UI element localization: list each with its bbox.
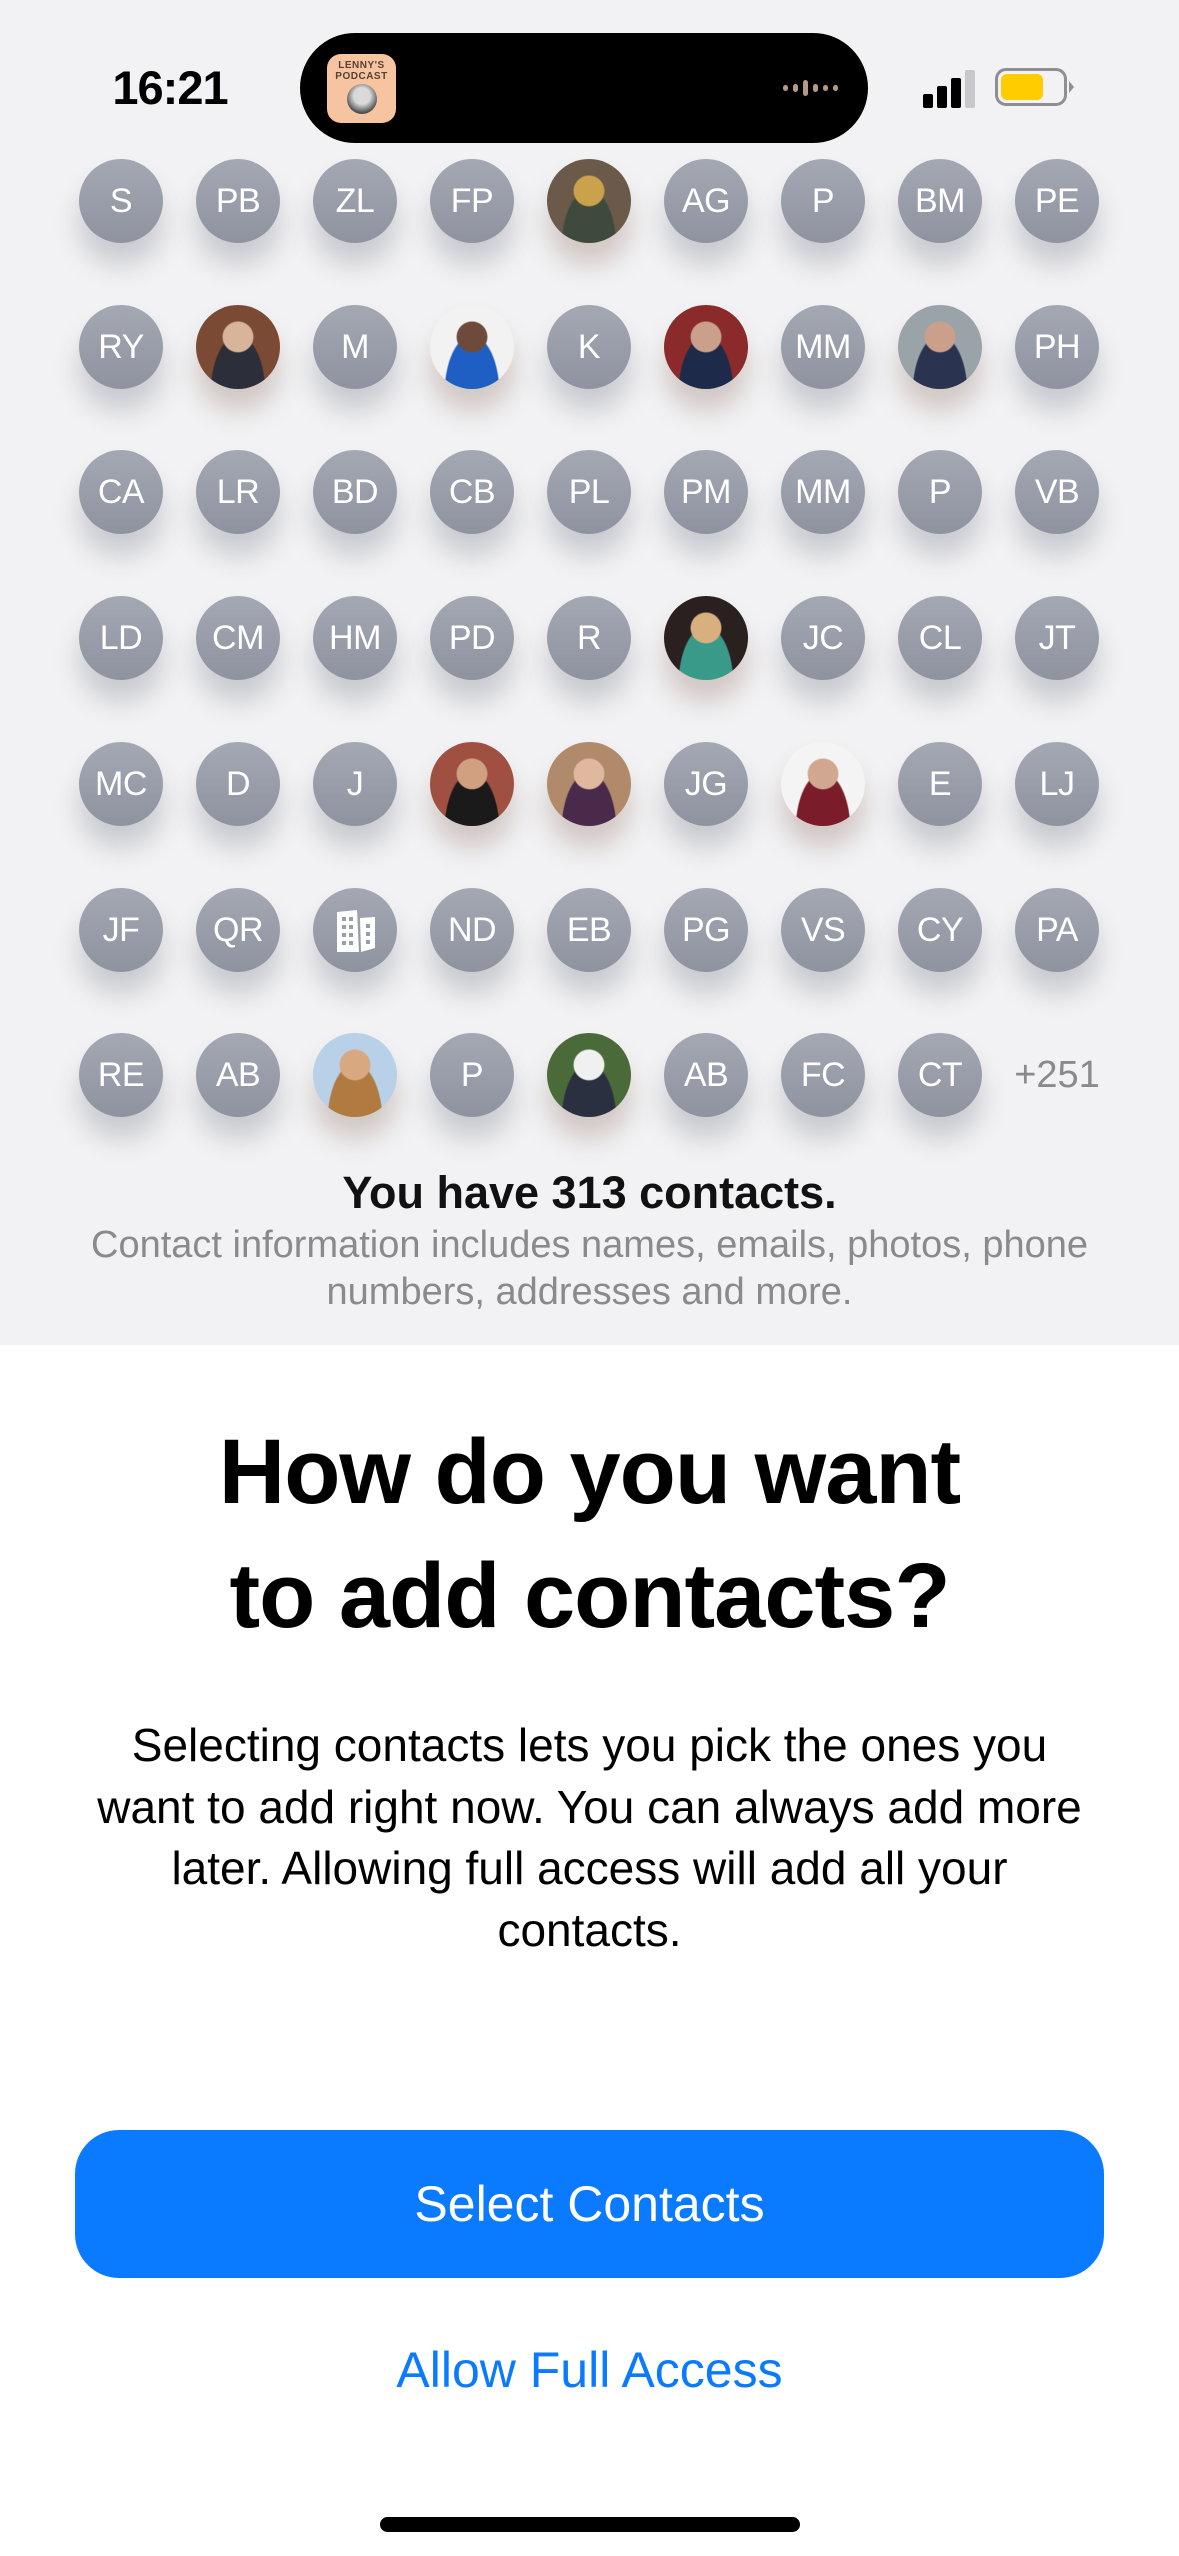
contact-avatar-initials: P xyxy=(781,159,865,243)
contact-avatar-initials: LD xyxy=(79,596,163,681)
contact-avatar-initials: PG xyxy=(664,887,748,972)
contact-avatar-two-boys-selfie-photo xyxy=(664,304,748,389)
contact-avatar-initials: ZL xyxy=(313,159,397,243)
contact-avatar-boys-outdoors-photo xyxy=(547,1033,631,1118)
contacts-preview-panel: 16:21 LENNY'S PODCAST S PB ZL FP AG P BM PE RY M K… xyxy=(0,0,1179,1345)
contact-avatar-initials: QR xyxy=(196,887,280,972)
contact-avatar-initials: VB xyxy=(1015,450,1099,535)
contact-avatar-initials: JT xyxy=(1015,596,1099,681)
signal-bar xyxy=(923,94,933,108)
cellular-signal-icon xyxy=(923,70,979,108)
contacts-count-heading: You have 313 contacts. xyxy=(342,1167,837,1218)
contact-avatar-initials: FC xyxy=(781,1033,865,1118)
contact-avatar-woman-glasses-scarf-photo xyxy=(547,159,631,243)
contact-avatar-initials: P xyxy=(430,1033,514,1118)
audio-waveform-icon xyxy=(783,80,838,96)
signal-bar xyxy=(965,70,975,108)
contacts-info-text: Contact information includes names, emai… xyxy=(91,1224,1088,1313)
contact-avatar-initials: CM xyxy=(196,596,280,681)
artwork-portrait xyxy=(347,84,377,114)
contact-avatar-initials: MM xyxy=(781,450,865,535)
contact-avatar-initials: E xyxy=(898,741,982,826)
contact-avatar-initials: MC xyxy=(79,741,163,826)
building-icon xyxy=(337,909,375,952)
battery-cap xyxy=(1069,81,1074,93)
contact-avatar-initials: PH xyxy=(1015,304,1099,389)
contact-avatar-initials: AB xyxy=(196,1033,280,1118)
contact-avatar-initials: R xyxy=(547,596,631,681)
contact-avatar-initials: ND xyxy=(430,887,514,972)
contact-avatar-friends-cap-photo xyxy=(430,741,514,826)
more-contacts-count: +251 xyxy=(1014,1054,1100,1097)
contact-avatar-initials: FP xyxy=(430,159,514,243)
signal-bar xyxy=(951,78,961,108)
contact-avatar-organization xyxy=(313,887,397,972)
contact-avatar-initials: CB xyxy=(430,450,514,535)
select-contacts-button[interactable]: Select Contacts xyxy=(75,2130,1104,2278)
contact-avatar-initials: AB xyxy=(664,1033,748,1118)
page-title: How do you want to add contacts? xyxy=(60,1410,1119,1658)
contact-avatar-initials: CT xyxy=(898,1033,982,1118)
contact-avatar-initials: MM xyxy=(781,304,865,389)
contact-avatar-initials: LJ xyxy=(1015,741,1099,826)
contact-avatar-initials: BD xyxy=(313,450,397,535)
contact-avatar-initials: JC xyxy=(781,596,865,681)
contact-avatar-initials: CL xyxy=(898,596,982,681)
battery-level-fill xyxy=(1001,74,1043,100)
contact-avatar-man-red-sweater-photo xyxy=(781,741,865,826)
contact-avatar-initials: LR xyxy=(196,450,280,535)
contact-avatar-initials: M xyxy=(313,304,397,389)
contact-avatar-initials: D xyxy=(196,741,280,826)
contact-avatar-initials: HM xyxy=(313,596,397,681)
page-title-line-1: How do you want xyxy=(218,1421,961,1523)
contact-avatar-initials: CY xyxy=(898,887,982,972)
status-time: 16:21 xyxy=(112,61,228,114)
dynamic-island[interactable]: LENNY'S PODCAST xyxy=(300,33,868,143)
contact-avatar-initials: VS xyxy=(781,887,865,972)
contact-avatar-girl-purple-hair-photo xyxy=(547,741,631,826)
page-title-line-2: to add contacts? xyxy=(229,1545,950,1647)
contact-avatar-initials: BM xyxy=(898,159,982,243)
now-playing-artwork: LENNY'S PODCAST xyxy=(327,54,396,123)
contact-avatar-initials: PM xyxy=(664,450,748,535)
signal-bar xyxy=(937,86,947,108)
contact-avatar-initials: K xyxy=(547,304,631,389)
contact-avatar-woman-blue-shirt-photo xyxy=(430,304,514,389)
battery-icon xyxy=(995,68,1067,106)
contact-avatar-initials: S xyxy=(79,159,163,243)
artwork-title: LENNY'S PODCAST xyxy=(335,60,388,82)
allow-full-access-button[interactable]: Allow Full Access xyxy=(240,2330,939,2410)
contact-avatar-memoji-glasses-photo xyxy=(313,1033,397,1118)
contact-avatar-initials: RY xyxy=(79,304,163,389)
contact-avatar-initials: EB xyxy=(547,887,631,972)
contact-avatar-initials: JG xyxy=(664,741,748,826)
contact-avatar-initials: PB xyxy=(196,159,280,243)
prompt-description: Selecting contacts lets you pick the one… xyxy=(97,1719,1082,1956)
contact-avatar-initials: CA xyxy=(79,450,163,535)
contact-avatar-initials: P xyxy=(898,450,982,535)
contact-avatar-initials: J xyxy=(313,741,397,826)
contact-avatar-initials: JF xyxy=(79,887,163,972)
contact-avatar-boy-selfie-photo xyxy=(898,304,982,389)
contact-avatar-initials: PL xyxy=(547,450,631,535)
contact-avatar-group-selfie-photo xyxy=(664,596,748,681)
contact-avatar-initials: PA xyxy=(1015,887,1099,972)
contact-avatar-initials: AG xyxy=(664,159,748,243)
contact-avatar-initials: PE xyxy=(1015,159,1099,243)
home-indicator[interactable] xyxy=(380,2517,800,2532)
contact-avatar-initials: PD xyxy=(430,596,514,681)
contact-avatar-man-surprised-photo xyxy=(196,304,280,389)
contact-avatar-initials: RE xyxy=(79,1033,163,1118)
